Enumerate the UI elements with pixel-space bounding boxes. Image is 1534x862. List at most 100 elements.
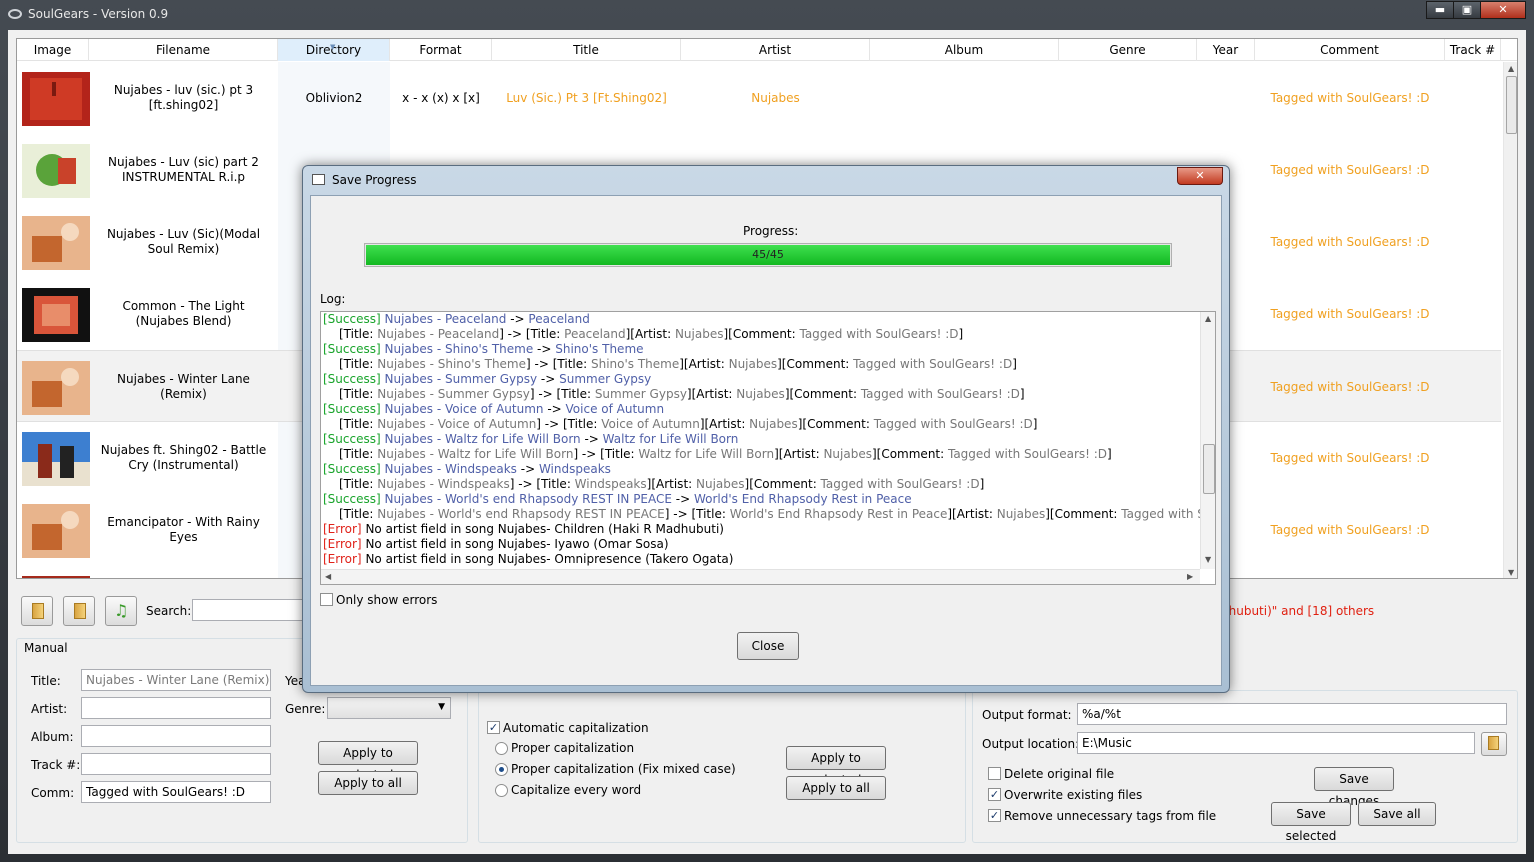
output-location-field[interactable]: E:\Music [1077, 732, 1475, 754]
title-bar[interactable]: SoulGears - Version 0.9 ▬ ▣ ✕ [0, 0, 1534, 32]
log-segment: Summer Gypsy [594, 387, 687, 401]
log-segment: Nujabes [736, 387, 785, 401]
col-header-format[interactable]: Format [390, 39, 492, 61]
scroll-down-arrow-icon[interactable]: ▼ [1508, 568, 1514, 577]
delete-original-checkbox[interactable] [988, 767, 1001, 780]
cell-directory: Oblivion2 [305, 90, 363, 105]
col-header-artist[interactable]: Artist [681, 39, 870, 61]
output-format-field[interactable]: %a/%t [1077, 703, 1507, 725]
col-header-genre[interactable]: Genre [1059, 39, 1197, 61]
log-segment: Nujabes - Waltz for Life Will Born [377, 447, 574, 461]
folder-icon [1488, 736, 1499, 750]
col-header-comment[interactable]: Comment [1255, 39, 1445, 61]
log-segment: ][Comment: [784, 387, 861, 401]
col-header-title[interactable]: Title [492, 39, 681, 61]
log-line: [Error] No artist field in song Nujabes-… [323, 522, 1199, 537]
log-segment: -> [671, 492, 694, 506]
log-segment: ] -> [Title: [509, 477, 575, 491]
comment-field[interactable]: Tagged with SoulGears! :D [81, 781, 271, 803]
capitalize-every-word-radio[interactable] [495, 784, 508, 797]
log-segment: Nujabes [996, 507, 1046, 521]
scroll-right-arrow-icon[interactable]: ▶ [1187, 572, 1193, 581]
log-segment: Tagged with SoulGears! :D [820, 477, 980, 491]
browse-location-button[interactable] [1481, 732, 1507, 756]
artist-label: Artist: [31, 702, 68, 716]
log-segment: ][Comment: [797, 417, 874, 431]
log-segment: ][Comment: [871, 447, 948, 461]
manual-heading: Manual [24, 641, 68, 655]
log-segment: ] [1032, 417, 1038, 431]
col-header-filename[interactable]: Filename [89, 39, 278, 61]
save-changes-button[interactable]: Save changes [1314, 767, 1394, 808]
maximize-button[interactable]: ▣ [1453, 1, 1481, 19]
log-segment: Nujabes - Waltz for Life Will Born [384, 432, 581, 446]
proper-mixed-radio[interactable] [495, 763, 508, 776]
artist-field[interactable] [81, 697, 271, 719]
album-field[interactable] [81, 725, 271, 747]
remove-tags-checkbox[interactable]: ✓ [988, 809, 1001, 822]
manual-apply-all-button[interactable]: Apply to all [318, 771, 418, 795]
add-folder-button[interactable] [63, 596, 95, 626]
log-line: [Error] No artist field in song Nujabes-… [323, 552, 1199, 567]
genre-select[interactable]: ▼ [327, 697, 451, 719]
cap-apply-all-button[interactable]: Apply to all [786, 776, 886, 800]
log-box[interactable]: [Success] Nujabes - Peaceland -> Peacela… [320, 311, 1216, 585]
minimize-button[interactable]: ▬ [1426, 1, 1454, 19]
search-input[interactable] [192, 599, 312, 621]
log-segment: ][Comment: [777, 357, 854, 371]
log-segment: Peaceland [528, 312, 590, 326]
log-segment: ][Artist: [679, 357, 729, 371]
log-segment: [Error] [323, 537, 366, 551]
log-segment: ][Artist: [699, 417, 750, 431]
cell-filename: Nujabes ft. Shing02 - Battle Cry (Instru… [100, 443, 267, 472]
log-vertical-scrollbar[interactable]: ▲ ▼ [1200, 312, 1215, 569]
music-note-icon: ♫ [114, 601, 129, 620]
scroll-left-arrow-icon[interactable]: ◀ [325, 572, 331, 581]
dialog-close-button[interactable]: Close [737, 632, 799, 660]
grid-scroll-thumb[interactable] [1506, 76, 1517, 134]
cell-comment: Tagged with SoulGears! :D [1270, 90, 1430, 105]
grid-vertical-scrollbar[interactable]: ▲ ▼ [1503, 62, 1517, 578]
cell-format: x - x (x) x [x] [402, 90, 480, 105]
open-folder-button[interactable] [21, 596, 53, 626]
col-header-directory[interactable]: ▼ Directory [278, 39, 390, 61]
cap-apply-selected-button[interactable]: Apply to selected [786, 746, 886, 787]
scroll-up-arrow-icon[interactable]: ▲ [1508, 64, 1514, 73]
log-segment: Peaceland [564, 327, 626, 341]
log-segment: Tagged with SoulGears! :D [873, 417, 1033, 431]
track-field[interactable] [81, 753, 271, 775]
save-selected-button[interactable]: Save selected [1271, 802, 1351, 843]
log-line: [Title: Nujabes - Shino's Theme] -> [Tit… [323, 357, 1199, 372]
log-line: [Title: Nujabes - World's end Rhapsody R… [323, 507, 1215, 522]
comm-label: Comm: [31, 786, 75, 800]
log-segment: World's End Rhapsody Rest in Peace [729, 507, 948, 521]
progress-label: Progress: [743, 224, 799, 238]
log-scroll-thumb[interactable] [1203, 444, 1215, 494]
log-segment: [Title: [339, 417, 378, 431]
overwrite-checkbox[interactable]: ✓ [988, 788, 1001, 801]
only-errors-checkbox[interactable] [320, 593, 333, 606]
chevron-down-icon: ▼ [438, 702, 445, 712]
log-segment: Nujabes - Windspeaks [384, 462, 517, 476]
add-file-button[interactable]: ♫ [105, 596, 137, 626]
log-segment: -> [506, 312, 529, 326]
title-field[interactable]: Nujabes - Winter Lane (Remix) [81, 669, 271, 691]
log-segment: -> [543, 402, 566, 416]
col-header-image[interactable]: Image [17, 39, 89, 61]
scroll-up-arrow-icon[interactable]: ▲ [1205, 314, 1211, 323]
table-row[interactable]: Nujabes - luv (sic.) pt 3 [ft.shing02] O… [17, 62, 1501, 134]
log-segment: [Error] [323, 522, 366, 536]
auto-capitalization-checkbox[interactable]: ✓ [487, 721, 500, 734]
log-line: [Success] Nujabes - World's end Rhapsody… [323, 492, 1199, 507]
close-window-button[interactable]: ✕ [1480, 1, 1526, 19]
scroll-down-arrow-icon[interactable]: ▼ [1205, 555, 1211, 564]
col-header-track[interactable]: Track # [1445, 39, 1501, 61]
proper-capitalization-radio[interactable] [495, 742, 508, 755]
col-header-year[interactable]: Year [1197, 39, 1255, 61]
col-header-album[interactable]: Album [870, 39, 1059, 61]
dialog-close-x-button[interactable]: ✕ [1177, 167, 1223, 185]
auto-capitalization-label: Automatic capitalization [503, 721, 649, 735]
manual-apply-selected-button[interactable]: Apply to selected [318, 741, 418, 782]
log-horizontal-scrollbar[interactable]: ◀ ▶ [321, 569, 1200, 584]
save-all-button[interactable]: Save all [1358, 802, 1436, 826]
